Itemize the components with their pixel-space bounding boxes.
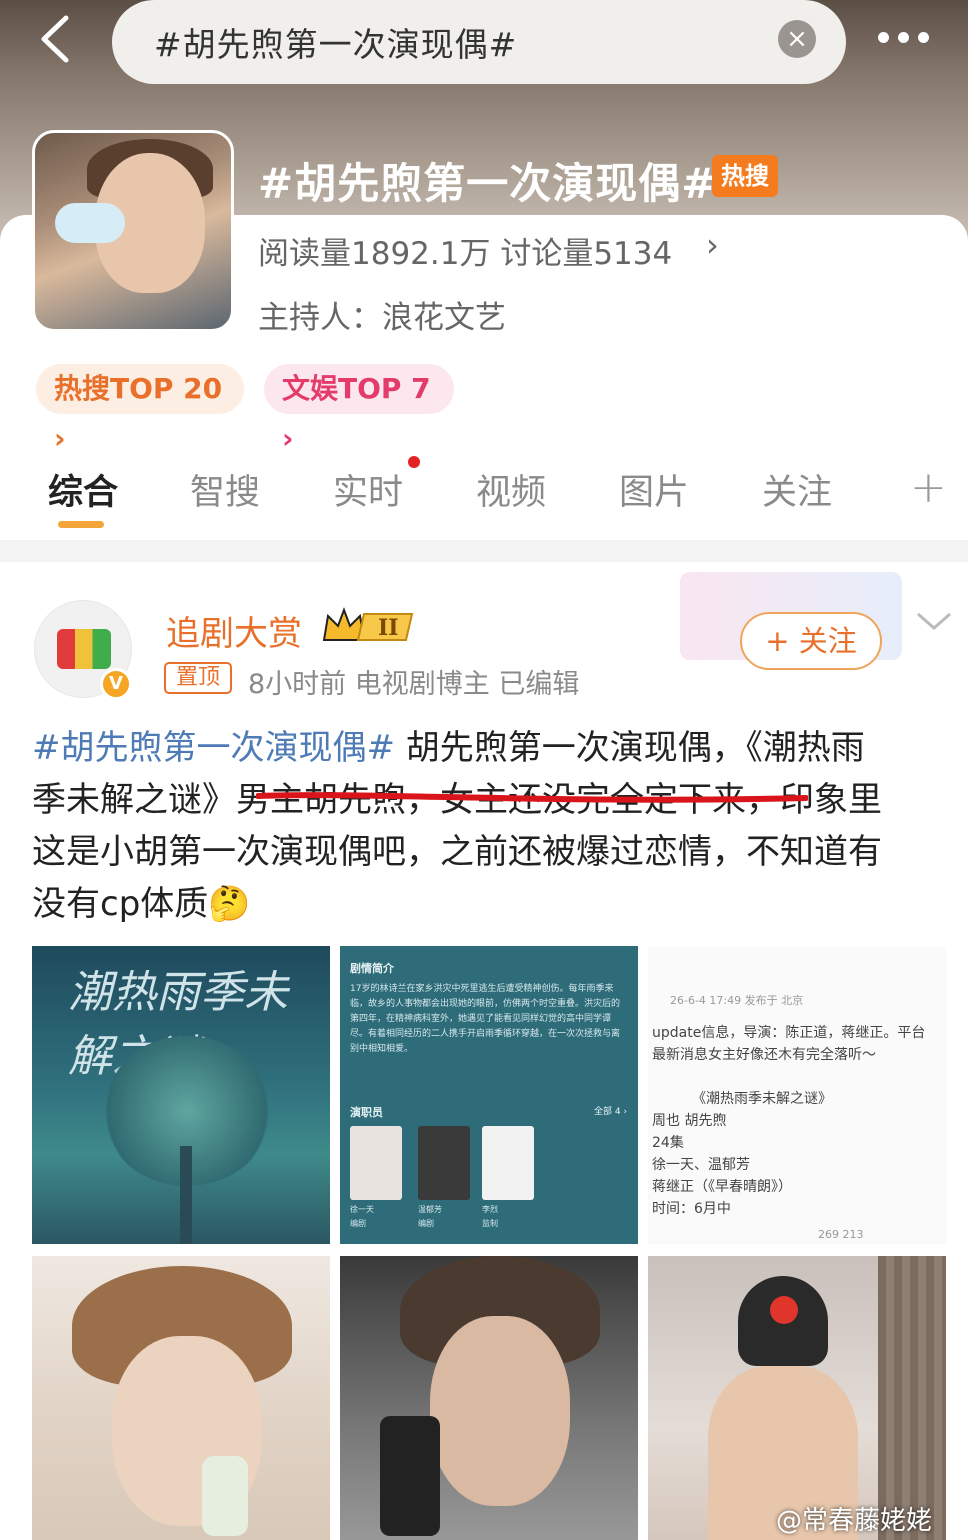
tab-video[interactable]: 视频 bbox=[476, 464, 546, 515]
cast-name: 李烈 bbox=[482, 1205, 498, 1214]
cast-all-link: 全部 4 › bbox=[594, 1107, 628, 1117]
screenshot-line: 269 213 bbox=[818, 1228, 864, 1241]
author-name[interactable]: 追剧大赏 bbox=[166, 606, 302, 655]
synopsis-text: 17岁的林诗兰在家乡洪灾中死里逃生后遭受精神创伤。每年雨季来临，故乡的人事物都会… bbox=[350, 984, 621, 1054]
chevron-down-icon[interactable] bbox=[914, 606, 954, 636]
hot-search-rank-pill[interactable]: 热搜TOP 20 › bbox=[36, 364, 244, 455]
watermark: @常春藤姥姥 bbox=[776, 1506, 933, 1536]
tab-comprehensive[interactable]: 综合 bbox=[48, 464, 118, 515]
red-underline-annotation bbox=[256, 792, 808, 803]
screenshot-line: 时间：6月中 bbox=[652, 1201, 731, 1217]
hot-badge: 热搜 bbox=[712, 155, 778, 197]
topic-stats[interactable]: 阅读量1892.1万 讨论量5134 bbox=[258, 228, 672, 273]
screenshot-line: 24集 bbox=[652, 1135, 684, 1151]
chevron-right-icon[interactable]: › bbox=[706, 226, 719, 264]
post-text-line: 没有cp体质🤔 bbox=[32, 884, 251, 924]
screenshot-line: 徐一天、温郁芳 bbox=[652, 1157, 750, 1173]
tab-bar: 综合 智搜 实时 视频 图片 关注 bbox=[0, 450, 968, 530]
synopsis-heading: 剧情简介 bbox=[350, 962, 394, 975]
crown-icon: II bbox=[322, 607, 414, 641]
tab-realtime[interactable]: 实时 bbox=[333, 464, 403, 515]
weibo-screenshot-image[interactable]: 26-6-4 17:49 发布于 北京 update信息，导演：陈正道，蒋继正。… bbox=[648, 946, 946, 1244]
screenshot-line: 蒋继正（《早春晴朗》） bbox=[652, 1179, 792, 1195]
post-text-line: 这是小胡第一次演现偶吧，之前还被爆过恋情，不知道有 bbox=[32, 832, 882, 872]
topic-title: #胡先煦第一次演现偶# bbox=[258, 159, 718, 208]
synopsis-image[interactable]: 剧情简介 17岁的林诗兰在家乡洪灾中死里逃生后遭受精神创伤。每年雨季来临，故乡的… bbox=[340, 946, 638, 1244]
screenshot-line: 最新消息女主好像还木有完全落听～ bbox=[652, 1047, 876, 1063]
portrait-photo-3[interactable] bbox=[648, 1256, 946, 1540]
verified-icon: V bbox=[100, 668, 132, 700]
search-input[interactable]: #胡先煦第一次演现偶# × bbox=[112, 0, 846, 84]
topic-host[interactable]: 主持人：浪花文艺 bbox=[258, 292, 506, 337]
close-icon[interactable]: × bbox=[778, 20, 816, 58]
screenshot-line: 周也 胡先煦 bbox=[652, 1113, 727, 1129]
notification-dot bbox=[408, 456, 420, 468]
more-dots-icon[interactable] bbox=[878, 28, 938, 48]
entertainment-rank-pill[interactable]: 文娱TOP 7 › bbox=[264, 364, 454, 455]
portrait-photo-1[interactable] bbox=[32, 1256, 330, 1540]
svg-text:II: II bbox=[378, 615, 399, 641]
cast-role: 编剧 bbox=[350, 1219, 366, 1228]
tab-images[interactable]: 图片 bbox=[619, 464, 689, 515]
screenshot-line: 26-6-4 17:49 发布于 北京 bbox=[670, 994, 804, 1007]
cast-name: 温郁芳 bbox=[418, 1205, 442, 1214]
back-arrow-icon[interactable] bbox=[34, 14, 78, 64]
screenshot-line: update信息，导演：陈正道，蒋继正。平台 bbox=[652, 1025, 926, 1041]
post-body: #胡先煦第一次演现偶# 胡先煦第一次演现偶，《潮热雨 季未解之谜》男主胡先煦，女… bbox=[32, 722, 942, 930]
post-text-line: 胡先煦第一次演现偶，《潮热雨 bbox=[394, 728, 865, 768]
tab-smart-search[interactable]: 智搜 bbox=[190, 464, 260, 515]
pinned-badge: 置顶 bbox=[164, 662, 233, 694]
follow-button[interactable]: + 关注 bbox=[740, 612, 882, 670]
cast-heading: 演职员 bbox=[350, 1106, 383, 1119]
poster-image[interactable]: 潮热雨季未解之谜 bbox=[32, 946, 330, 1244]
tab-following[interactable]: 关注 bbox=[762, 464, 832, 515]
cast-role: 监制 bbox=[482, 1219, 498, 1228]
topic-avatar[interactable] bbox=[32, 130, 234, 332]
screenshot-line: 《潮热雨季未解之谜》 bbox=[692, 1091, 832, 1107]
cast-name: 徐一天 bbox=[350, 1205, 374, 1214]
portrait-photo-2[interactable] bbox=[340, 1256, 638, 1540]
add-tab-icon[interactable]: + bbox=[910, 462, 947, 513]
post-hashtag[interactable]: #胡先煦第一次演现偶# bbox=[32, 728, 395, 768]
cast-role: 编剧 bbox=[418, 1219, 434, 1228]
post-meta: 8小时前 电视剧博主 已编辑 bbox=[248, 669, 580, 700]
active-tab-indicator bbox=[58, 521, 104, 528]
post-card[interactable]: V 追剧大赏 II 置顶 8小时前 电视剧博主 已编辑 + 关注 #胡先煦第一次… bbox=[0, 562, 968, 1540]
search-query: #胡先煦第一次演现偶# bbox=[154, 25, 518, 64]
